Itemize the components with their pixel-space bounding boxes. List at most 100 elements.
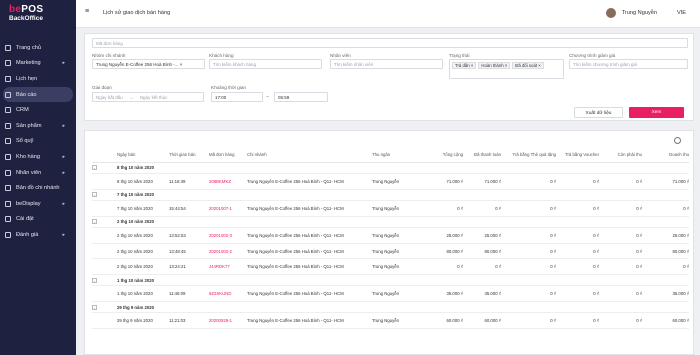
cell-date: 2 thg 10 năm 2020 (117, 227, 169, 244)
cell-gift: 0 ₫ (501, 312, 556, 329)
status-label: Trạng thái (449, 53, 470, 58)
sidebar-item[interactable]: Sản phẩm ▸ (0, 118, 76, 134)
time-range-label: Khoảng thời gian (211, 85, 246, 90)
cell-code[interactable]: 20201002-2 (209, 243, 247, 260)
cell-cashier: Trung Nguyễn (372, 200, 420, 217)
date-range-picker[interactable]: Ngày bắt đầu → Ngày kết thúc (92, 92, 204, 102)
top-bar: ≡ Lịch sử giao dịch bán hàng Trung Nguyễ… (76, 0, 700, 28)
sidebar-item-label: beDisplay (16, 200, 41, 207)
sidebar-item[interactable]: Báo cáo (3, 86, 73, 103)
sidebar-item[interactable]: Trang chủ (0, 40, 76, 56)
column-header[interactable]: Đã thanh toán (463, 148, 501, 163)
language-selector[interactable]: VIE (677, 10, 686, 16)
column-header[interactable]: Ngày bán (117, 148, 169, 163)
cell-time: 11:21:03 (169, 312, 209, 329)
gear-icon[interactable] (674, 137, 681, 144)
cell-revenue: 60.000 ₫ (642, 312, 689, 329)
menu-icon (5, 122, 11, 129)
cell-paid: 0 ₫ (463, 200, 501, 217)
hamburger-menu-icon[interactable]: ≡ (85, 8, 92, 15)
cell-code[interactable]: 20201007-1 (209, 200, 247, 217)
expand-icon[interactable]: - (92, 165, 97, 171)
cell-revenue: 71.000 ₫ (642, 173, 689, 190)
table-row[interactable]: 2 thg 10 năm 2020 13:48:45 20201002-2 Trung… (92, 243, 689, 260)
table-row[interactable]: 1 thg 10 năm 2020 11:46:09 6Z2SKUND Trung N… (92, 285, 689, 302)
column-header[interactable]: Thu ngân (372, 148, 420, 163)
status-select[interactable]: Trả dần × Hoàn thành × Đã đổi soát × (449, 59, 564, 79)
column-header[interactable] (92, 148, 117, 163)
expand-icon[interactable]: - (92, 304, 97, 310)
column-header[interactable]: Mã đơn hàng (209, 148, 247, 163)
to-date-placeholder: Ngày kết thúc (139, 95, 168, 100)
sidebar-item[interactable]: Sổ quỹ (0, 134, 76, 150)
cell-due: 0 ₫ (599, 200, 642, 217)
bepos-logo[interactable]: bePOS BackOffice (9, 5, 43, 23)
sidebar-item[interactable]: Marketing ▸ (0, 56, 76, 72)
table-row[interactable]: 2 thg 10 năm 2020 13:52:53 20201002-3 Trung… (92, 227, 689, 244)
sidebar-item[interactable]: CRM (0, 102, 76, 118)
cell-date: 29 thg 9 năm 2020 (117, 312, 169, 329)
expand-icon[interactable]: - (92, 277, 97, 283)
promo-select[interactable]: Tìm kiếm chương trình giảm giá (569, 59, 688, 69)
status-tag[interactable]: Hoàn thành × (478, 62, 511, 69)
table-row[interactable]: 7 thg 10 năm 2020 15:44:54 20201007-1 Trung… (92, 200, 689, 217)
customer-select[interactable]: Tìm kiếm khách hàng (209, 59, 322, 69)
column-header[interactable]: Còn phải thu (599, 148, 642, 163)
menu-icon (5, 200, 11, 207)
table-row[interactable]: 29 thg 9 năm 2020 11:21:03 20200929-1 Trung… (92, 312, 689, 329)
cell-code[interactable]: 6Z2SKUND (209, 285, 247, 302)
date-group-row[interactable]: - 8 thg 10 năm 2020 (92, 162, 689, 175)
cell-gift: 0 ₫ (501, 243, 556, 260)
cell-code[interactable]: 20201002-3 (209, 227, 247, 244)
cell-cashier: Trung Nguyễn (372, 227, 420, 244)
date-group-row[interactable]: - 29 thg 9 năm 2020 (92, 301, 689, 314)
column-header[interactable]: Trả bằng Thẻ quà tặng (501, 148, 556, 163)
time-to-input[interactable]: 05:59 (274, 92, 328, 102)
cell-code[interactable]: J44RDK77 (209, 258, 247, 275)
branch-select[interactable]: Trung Nguyễn E-Coffee 256 Hoà Bình -... … (92, 59, 205, 69)
date-group-row[interactable]: - 1 thg 10 năm 2020 (92, 274, 689, 287)
status-tag[interactable]: Trả dần × (452, 62, 477, 69)
sidebar-item[interactable]: Lịch hẹn (0, 71, 76, 87)
table-row[interactable]: 8 thg 10 năm 2020 11:16:39 208BKMKZ Trung N… (92, 173, 689, 190)
menu-icon (5, 231, 11, 238)
expand-icon[interactable]: - (92, 219, 97, 225)
status-tag[interactable]: Đã đổi soát × (512, 62, 544, 69)
date-group-row[interactable]: - 2 thg 10 năm 2020 (92, 216, 689, 229)
group-date: 8 thg 10 năm 2020 (117, 162, 689, 175)
sidebar-item[interactable]: Cài đặt (0, 212, 76, 228)
sidebar-item-label: Sổ quỹ (16, 138, 34, 145)
column-header[interactable]: Doanh thu (642, 148, 689, 163)
order-code-search-input[interactable]: Mã đơn hàng (92, 38, 688, 48)
cell-total: 71.000 ₫ (420, 173, 463, 190)
column-header[interactable]: Chi nhánh (247, 148, 372, 163)
page-title: Lịch sử giao dịch bán hàng (103, 10, 171, 16)
cell-paid: 80.000 ₫ (463, 243, 501, 260)
cell-date: 8 thg 10 năm 2020 (117, 173, 169, 190)
column-header[interactable]: Trả bằng Voucher (556, 148, 599, 163)
staff-select[interactable]: Tìm kiếm nhân viên (330, 59, 443, 69)
sidebar-item[interactable]: Đánh giá ▸ (0, 227, 76, 243)
export-button[interactable]: Xuất dữ liệu (574, 107, 623, 118)
sidebar-item[interactable]: Bản đồ chi nhánh (0, 180, 76, 196)
sidebar-item-label: Nhân viên (16, 169, 42, 176)
sidebar-item[interactable]: beDisplay ▸ (0, 196, 76, 212)
cell-branch: Trung Nguyên E-Coffee 256 Hoà Bình - Q11… (247, 243, 372, 260)
user-menu[interactable]: Trung Nguyễn VIE (605, 8, 686, 18)
date-group-row[interactable]: - 7 thg 10 năm 2020 (92, 189, 689, 202)
time-from-input[interactable]: 17:00 (211, 92, 263, 102)
sidebar-item[interactable]: Nhân viên ▸ (0, 165, 76, 181)
cell-voucher: 0 ₫ (556, 227, 599, 244)
cell-total: 0 ₫ (420, 200, 463, 217)
cell-code[interactable]: 208BKMKZ (209, 173, 247, 190)
cell-code[interactable]: 20200929-1 (209, 312, 247, 329)
column-header[interactable]: Thời gian bán (169, 148, 209, 163)
cell-paid: 60.000 ₫ (463, 312, 501, 329)
transactions-table: Ngày bán Thời gian bán Mã đơn hàng Chi nhán… (92, 148, 689, 329)
sidebar-item-label: Bản đồ chi nhánh (16, 185, 60, 192)
sidebar-item[interactable]: Kho hàng ▸ (0, 149, 76, 165)
column-header[interactable]: Tổng cộng (420, 148, 463, 163)
view-button[interactable]: Xem (629, 107, 684, 118)
expand-icon[interactable]: - (92, 192, 97, 198)
table-row[interactable]: 2 thg 10 năm 2020 13:24:21 J44RDK77 Trung N… (92, 258, 689, 275)
